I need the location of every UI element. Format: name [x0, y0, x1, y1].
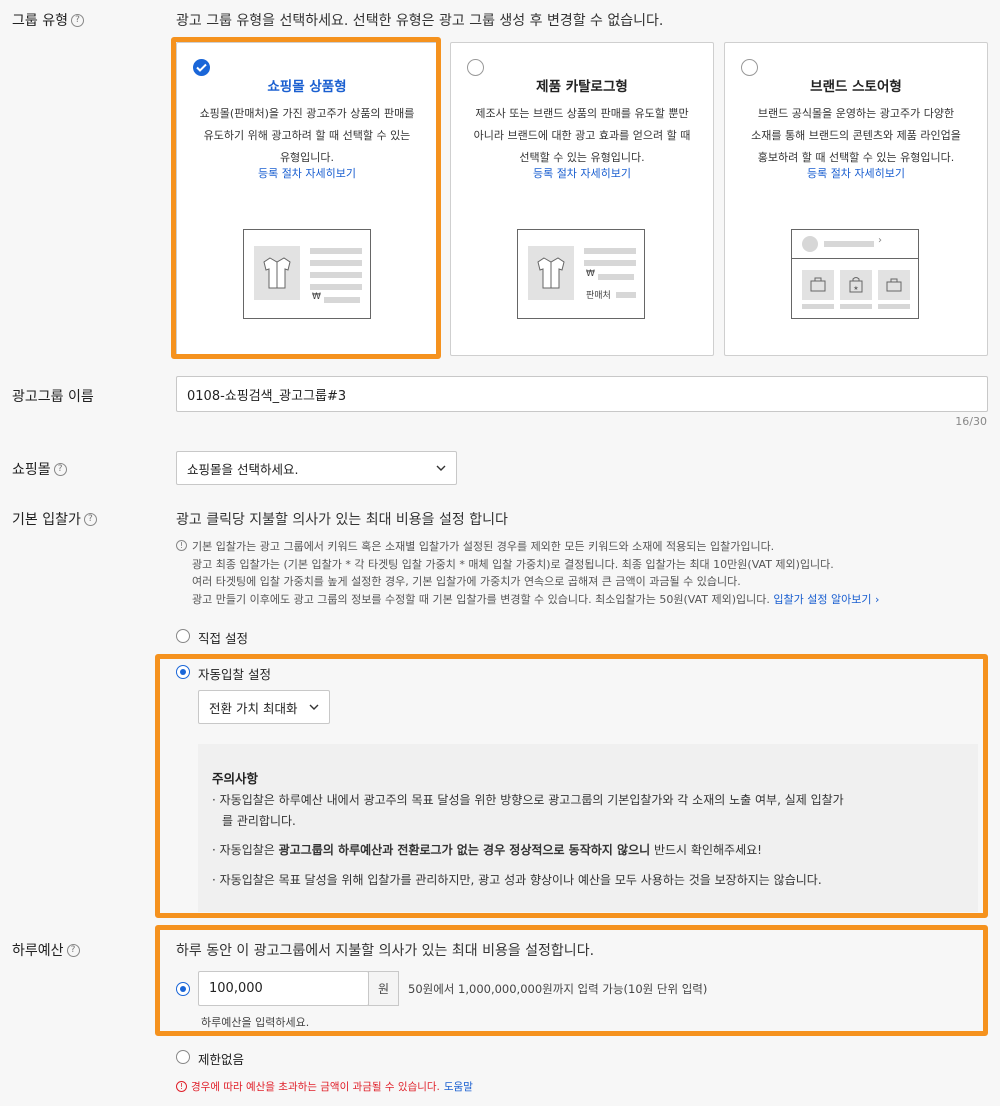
group-name-label: 광고그룹 이름	[12, 389, 94, 405]
card-title: 제품 카탈로그형	[536, 79, 628, 95]
card-description-line: 브랜드 공식몰을 운영하는 광고주가 다양한	[757, 107, 955, 120]
manual-bid-label: 직접 설정	[198, 631, 248, 646]
selected-card-highlight	[171, 37, 441, 359]
base-bid-description: 광고 클릭당 지불할 의사가 있는 최대 비용을 설정 합니다	[176, 512, 508, 528]
help-icon[interactable]: ?	[70, 13, 84, 27]
card-description: 제조사 또는 브랜드 상품의 판매를 유도할 뿐만 아니라 브랜드에 대한 광고…	[461, 103, 703, 169]
radio-icon	[741, 59, 758, 76]
help-icon[interactable]: ?	[66, 943, 80, 957]
chevron-right-icon: ›	[878, 235, 882, 246]
won-symbol: ₩	[586, 269, 595, 279]
character-counter: 16/30	[955, 415, 987, 428]
group-name-value: 0108-쇼핑검색_광고그룹#3	[187, 388, 347, 404]
daily-budget-label: 하루예산 ?	[12, 940, 80, 960]
shopping-mall-select[interactable]: 쇼핑몰을 선택하세요.	[176, 451, 457, 485]
help-icon[interactable]: ?	[53, 462, 67, 476]
info-icon: !	[176, 540, 187, 551]
group-type-description: 광고 그룹 유형을 선택하세요. 선택한 유형은 광고 그룹 생성 후 변경할 …	[176, 13, 664, 29]
card-product-catalog[interactable]: 제품 카탈로그형 제조사 또는 브랜드 상품의 판매를 유도할 뿐만 아니라 브…	[450, 42, 714, 356]
group-type-label: 그룹 유형 ?	[12, 10, 84, 30]
bid-notice: ! 기본 입찰가는 광고 그룹에서 키워드 혹은 소재별 입찰가가 설정된 경우…	[176, 538, 879, 608]
chevron-down-icon	[436, 465, 446, 471]
daily-budget-highlight	[155, 925, 988, 1036]
registration-details-link[interactable]: 등록 절차 자세히보기	[451, 165, 713, 181]
card-brand-store[interactable]: 브랜드 스토어형 브랜드 공식몰을 운영하는 광고주가 다양한 소재를 통해 브…	[724, 42, 988, 356]
unlimited-budget-label: 제한없음	[198, 1052, 245, 1067]
shopping-mall-label: 쇼핑몰 ?	[12, 459, 67, 479]
group-name-input[interactable]: 0108-쇼핑검색_광고그룹#3	[176, 376, 988, 412]
card-description-line: 아니라 브랜드에 대한 광고 효과를 얻으려 할 때	[473, 129, 691, 142]
briefcase-icon	[802, 270, 834, 300]
base-bid-label: 기본 입찰가 ?	[12, 509, 97, 529]
bag-icon	[878, 270, 910, 300]
unlimited-budget-radio[interactable]	[176, 1050, 190, 1064]
brand-store-illustration: › ★	[791, 229, 919, 319]
seller-label: 판매처	[586, 291, 611, 301]
card-description-line: 소재를 통해 브랜드의 콘텐츠와 제품 라인업을	[751, 129, 961, 142]
shopping-mall-placeholder: 쇼핑몰을 선택하세요.	[187, 461, 299, 477]
notice-line: 광고 최종 입찰가는 (기본 입찰가 * 각 타겟팅 입찰 가중치 * 매체 입…	[192, 557, 834, 571]
bid-guide-link[interactable]: 입찰가 설정 알아보기 ›	[773, 593, 879, 606]
warning-icon: !	[176, 1081, 187, 1092]
shirt-icon	[528, 246, 574, 300]
notice-line: 여러 타겟팅에 입찰 가중치를 높게 설정한 경우, 기본 입찰가에 가중치가 …	[192, 575, 741, 588]
card-title: 브랜드 스토어형	[810, 79, 902, 95]
catalog-illustration: ₩ 판매처	[517, 229, 645, 319]
budget-warning: ! 경우에 따라 예산을 초과하는 금액이 과금될 수 있습니다. 도움말	[176, 1079, 473, 1094]
auto-bid-highlight	[155, 654, 988, 918]
notice-line: 광고 만들기 이후에도 광고 그룹의 정보를 수정할 때 기본 입찰가를 변경할…	[192, 592, 770, 606]
manual-bid-radio[interactable]	[176, 629, 190, 643]
registration-details-link[interactable]: 등록 절차 자세히보기	[725, 165, 987, 181]
shopping-bag-icon: ★	[840, 270, 872, 300]
notice-line: 기본 입찰가는 광고 그룹에서 키워드 혹은 소재별 입찰가가 설정된 경우를 …	[192, 540, 775, 553]
radio-icon	[467, 59, 484, 76]
svg-text:★: ★	[853, 285, 858, 292]
card-description-line: 제조사 또는 브랜드 상품의 판매를 유도할 뿐만	[475, 107, 689, 120]
card-description: 브랜드 공식몰을 운영하는 광고주가 다양한 소재를 통해 브랜드의 콘텐츠와 …	[735, 103, 977, 169]
help-link[interactable]: 도움말	[444, 1079, 473, 1094]
help-icon[interactable]: ?	[83, 512, 97, 526]
